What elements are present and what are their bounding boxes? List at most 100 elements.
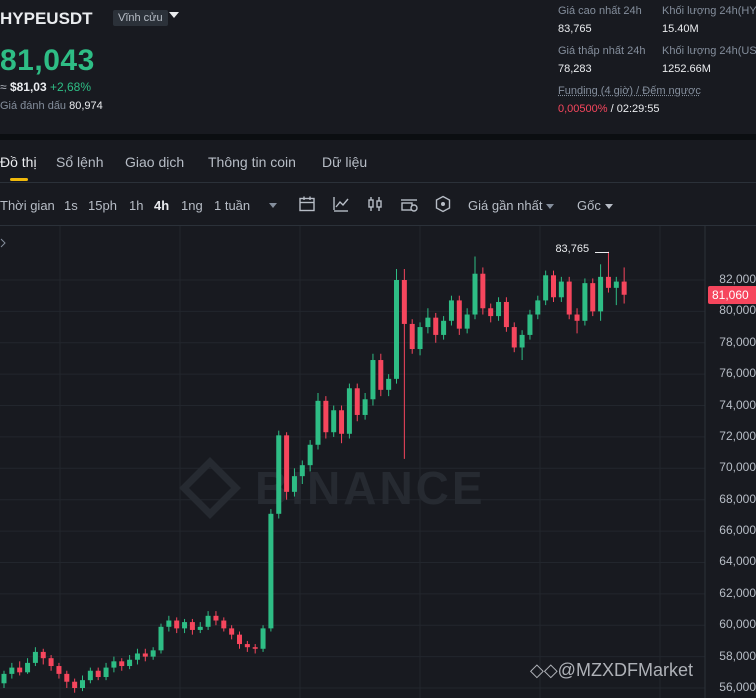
candle-body <box>1 673 7 684</box>
candle-body <box>9 667 15 674</box>
funding-countdown: 02:29:55 <box>616 103 660 115</box>
y-tick-label: 56,000 <box>719 680 756 694</box>
hexagon-icon[interactable] <box>434 195 452 213</box>
y-tick-label: 60,000 <box>719 617 756 632</box>
y-tick-label: 72,000 <box>719 428 756 443</box>
indicator-icon[interactable] <box>332 195 350 213</box>
interval-1h[interactable]: 1h <box>129 198 143 213</box>
volume-base-label: Khối lượng 24h(HYPE) <box>662 5 756 17</box>
tab-coin-info[interactable]: Thông tin coin <box>208 154 296 170</box>
candle-body <box>480 273 486 309</box>
y-tick-label: 76,000 <box>719 366 756 381</box>
price-type-select[interactable]: Giá gần nhất <box>468 198 555 213</box>
candle-body <box>582 283 588 321</box>
candle-body <box>213 615 219 621</box>
y-tick-label: 64,000 <box>719 554 756 569</box>
high-24h-value: 83,765 <box>558 23 592 35</box>
y-tick-label: 82,000 <box>719 272 756 286</box>
tab-chart[interactable]: Đồ thị <box>0 154 37 170</box>
candle-body <box>433 317 439 335</box>
chevron-down-icon[interactable] <box>169 12 179 18</box>
candle-body <box>25 662 31 673</box>
candle-body <box>221 620 227 629</box>
active-tab-indicator <box>10 178 28 181</box>
candle-body <box>331 410 337 433</box>
candle-body <box>268 513 274 629</box>
chevron-right-icon[interactable] <box>0 238 6 248</box>
volume-base-value: 15.40M <box>662 23 699 35</box>
symbol-title[interactable]: HYPEUSDT <box>0 9 93 29</box>
time-label: Thời gian <box>0 198 55 213</box>
candle-body <box>87 670 93 681</box>
interval-more-caret-icon[interactable] <box>269 203 277 208</box>
calendar-icon[interactable] <box>298 195 316 213</box>
candle-body <box>551 275 556 298</box>
last-price-tag: 81,060 <box>708 285 756 304</box>
interval-4h[interactable]: 4h <box>154 198 169 213</box>
candle-body <box>511 327 517 348</box>
mark-price: 80,974 <box>69 100 103 112</box>
tab-trades[interactable]: Giao dịch <box>125 154 184 170</box>
settings-icon[interactable] <box>400 195 418 213</box>
candle-body <box>488 308 494 317</box>
creator-watermark: ◇◇@MZXDFMarket <box>530 660 693 680</box>
candle-body <box>291 476 297 492</box>
y-tick-label: 58,000 <box>719 648 756 663</box>
candlestick-chart[interactable]: BINANCE <box>0 226 756 698</box>
funding-rate: 0,00500% <box>558 103 608 115</box>
candle-body <box>598 276 604 312</box>
candle-body <box>441 320 447 335</box>
content-tabs: Đồ thị Sổ lệnh Giao dịch Thông tin coin … <box>0 140 756 183</box>
candle-body <box>417 327 423 350</box>
contract-type-badge: Vĩnh cửu <box>113 10 168 26</box>
candle-body <box>323 400 329 433</box>
price-type-label: Giá gần nhất <box>468 198 543 213</box>
view-mode-select[interactable]: Gốc <box>577 198 613 213</box>
low-24h-value: 78,283 <box>558 63 592 75</box>
candle-body <box>284 435 290 492</box>
candle-body <box>40 651 46 659</box>
candle-body <box>621 281 627 295</box>
candle-body <box>205 615 211 627</box>
high-annotation: 83,765 <box>555 242 590 255</box>
candle-body <box>535 300 541 315</box>
candle-body <box>142 653 148 657</box>
interval-1d[interactable]: 1ng <box>181 198 203 213</box>
funding-label[interactable]: Funding (4 giờ) / Đếm ngược <box>558 85 701 97</box>
candle-type-icon[interactable] <box>366 195 384 213</box>
funding-separator: / <box>607 103 617 115</box>
candle-body <box>386 378 392 390</box>
candle-body <box>558 281 564 298</box>
candle-body <box>127 659 133 667</box>
candle-body <box>244 644 250 648</box>
candle-body <box>80 680 85 688</box>
candle-body <box>237 634 242 645</box>
interval-1s[interactable]: 1s <box>64 198 78 213</box>
candle-body <box>574 314 580 321</box>
interval-1w[interactable]: 1 tuần <box>214 198 250 213</box>
candle-body <box>150 650 156 657</box>
chart-toolbar: Thời gian 1s 15ph 1h 4h 1ng 1 tuần Giá g… <box>0 183 756 226</box>
y-tick-label: 70,000 <box>719 460 756 475</box>
view-mode-label: Gốc <box>577 198 601 213</box>
candle-body <box>182 622 188 629</box>
candle-body <box>370 360 376 400</box>
price-type-caret-icon <box>546 204 555 210</box>
candle-body <box>197 626 203 630</box>
candle-body <box>103 667 109 678</box>
candle-body <box>189 622 195 630</box>
tab-data[interactable]: Dữ liệu <box>322 154 367 170</box>
candle-body <box>590 283 596 312</box>
candle-body <box>276 435 282 514</box>
mark-price-label: Giá đánh dấu <box>0 100 67 112</box>
y-tick-label: 66,000 <box>719 523 756 538</box>
interval-15m[interactable]: 15ph <box>88 198 117 213</box>
price-chart[interactable]: BINANCE 82,000 80,000 78,000 76,000 74,000 72… <box>0 226 756 698</box>
tab-order-book[interactable]: Sổ lệnh <box>56 154 103 170</box>
candle-body <box>409 323 415 350</box>
candle-body <box>95 670 101 678</box>
candle-body <box>613 281 619 288</box>
candle-body <box>394 280 399 379</box>
y-tick-label: 78,000 <box>719 334 756 349</box>
candle-body <box>64 673 70 682</box>
